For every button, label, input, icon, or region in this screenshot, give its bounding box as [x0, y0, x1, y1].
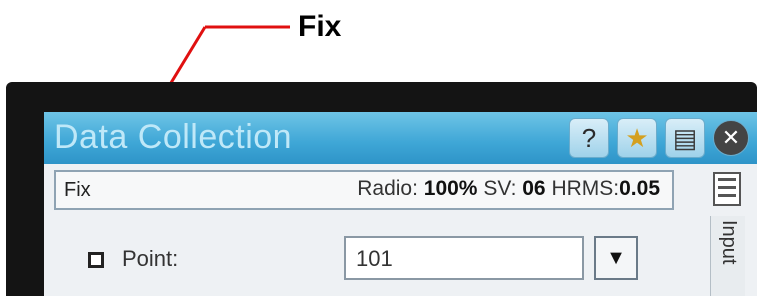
receiver-stats: Radio: 100% SV: 06 HRMS:0.05: [357, 177, 660, 201]
point-row: Point: 101 ▼: [44, 230, 757, 290]
hrms-label: HRMS:: [551, 177, 620, 200]
favorites-star-icon[interactable]: ★: [617, 118, 657, 158]
status-bar[interactable]: Fix Radio: 100% SV: 06 HRMS:0.05: [54, 170, 674, 210]
title-icons: ? ★ ▤ ✕: [569, 118, 749, 158]
radio-value: 100%: [423, 177, 478, 200]
point-input[interactable]: 101: [344, 236, 584, 280]
properties-icon[interactable]: ▤: [665, 118, 705, 158]
sv-value: 06: [522, 177, 546, 200]
device-photo: Data Collection ? ★ ▤ ✕ Fix Radio: 100% …: [6, 82, 757, 296]
form-icon[interactable]: [713, 172, 741, 206]
point-dropdown-button[interactable]: ▼: [594, 236, 638, 280]
fix-status[interactable]: Fix: [64, 179, 91, 202]
hrms-value: 0.05: [619, 177, 660, 200]
bullet-icon: [88, 252, 104, 268]
device-screen: Data Collection ? ★ ▤ ✕ Fix Radio: 100% …: [44, 112, 757, 296]
chevron-down-icon: ▼: [606, 246, 626, 269]
radio-label: Radio:: [357, 177, 418, 200]
point-label: Point:: [122, 246, 179, 271]
title-bar: Data Collection ? ★ ▤ ✕: [44, 112, 757, 164]
window-title: Data Collection: [54, 118, 293, 156]
help-icon[interactable]: ?: [569, 118, 609, 158]
close-icon[interactable]: ✕: [713, 120, 749, 156]
sv-label: SV:: [483, 177, 517, 200]
